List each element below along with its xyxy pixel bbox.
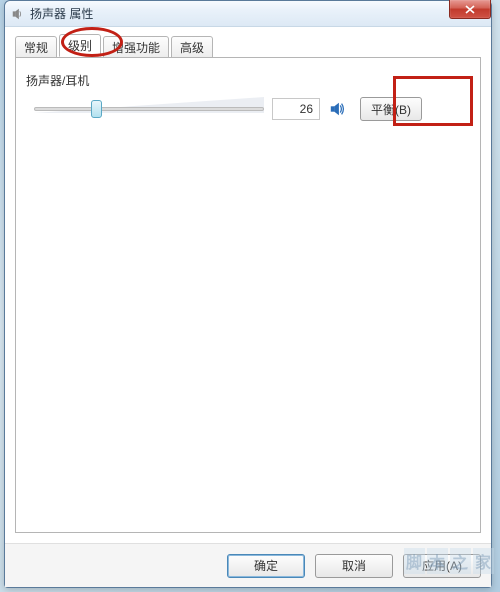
client-area: 常规 级别 增强功能 高级 扬声器/耳机	[5, 27, 491, 543]
close-icon	[465, 5, 475, 14]
cancel-label: 取消	[342, 559, 366, 573]
properties-dialog: 扬声器 属性 常规 级别 增强功能 高级 扬声器/耳机	[4, 0, 492, 588]
apply-button[interactable]: 应用(A)	[403, 554, 481, 578]
tab-label: 常规	[24, 39, 48, 56]
volume-value-input[interactable]	[272, 98, 320, 120]
ok-button[interactable]: 确定	[227, 554, 305, 578]
balance-button[interactable]: 平衡(B)	[360, 97, 422, 121]
volume-slider[interactable]	[34, 95, 264, 123]
ok-label: 确定	[254, 559, 278, 573]
balance-button-label: 平衡(B)	[371, 103, 411, 117]
tab-level[interactable]: 级别	[59, 34, 101, 57]
tab-panel-level: 扬声器/耳机 平衡(B)	[15, 57, 481, 533]
tab-general[interactable]: 常规	[15, 36, 57, 58]
speaker-app-icon	[11, 7, 25, 21]
tab-label: 高级	[180, 39, 204, 56]
tab-label: 增强功能	[112, 39, 160, 56]
slider-row: 平衡(B)	[26, 95, 470, 123]
slider-group-label: 扬声器/耳机	[26, 72, 470, 89]
dialog-footer: 确定 取消 应用(A)	[5, 543, 491, 587]
tab-strip: 常规 级别 增强功能 高级	[15, 33, 481, 57]
slider-track	[34, 107, 264, 111]
cancel-button[interactable]: 取消	[315, 554, 393, 578]
speaker-icon	[329, 100, 347, 118]
tab-advanced[interactable]: 高级	[171, 36, 213, 58]
apply-label: 应用(A)	[422, 559, 462, 573]
slider-thumb[interactable]	[91, 100, 102, 118]
close-button[interactable]	[449, 0, 491, 19]
window-title: 扬声器 属性	[30, 5, 487, 22]
mute-toggle[interactable]	[328, 99, 348, 119]
tab-label: 级别	[68, 37, 92, 54]
titlebar[interactable]: 扬声器 属性	[5, 1, 491, 27]
tab-enhancements[interactable]: 增强功能	[103, 36, 169, 58]
